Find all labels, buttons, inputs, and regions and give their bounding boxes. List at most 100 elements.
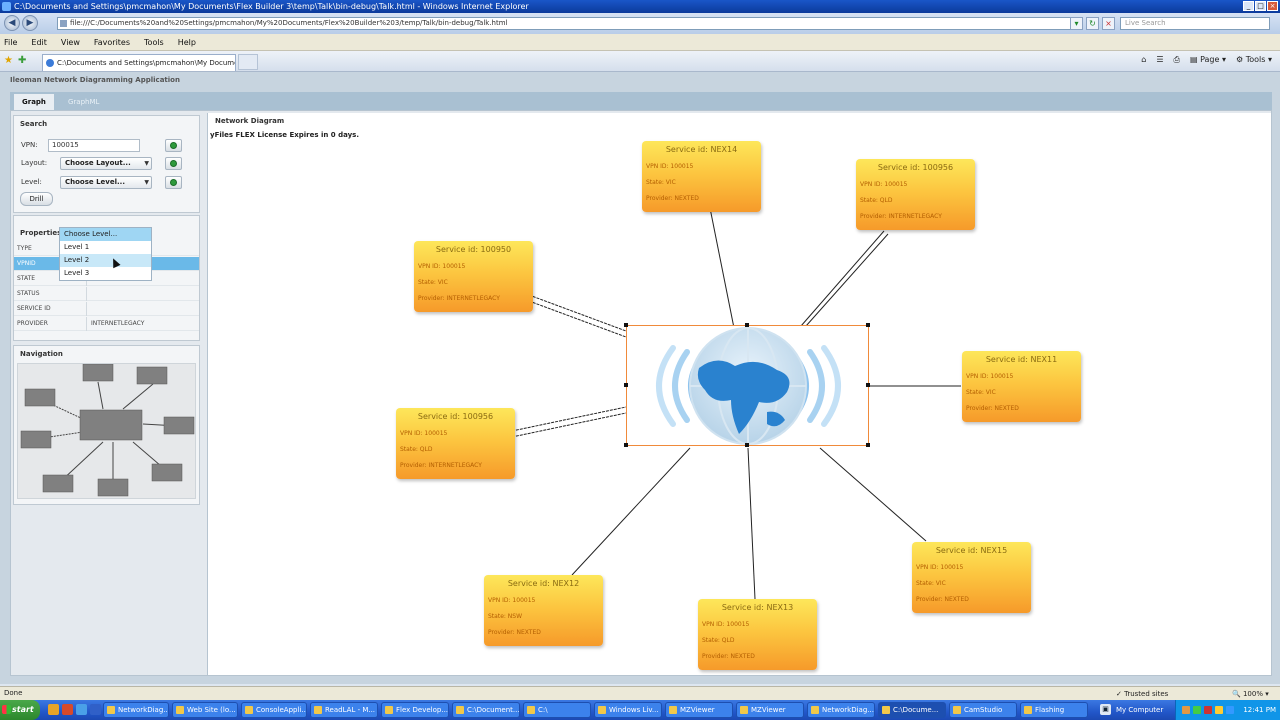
start-button[interactable]: start bbox=[0, 700, 40, 720]
menu-tools[interactable]: Tools bbox=[144, 38, 164, 47]
maximize-button[interactable]: □ bbox=[1255, 1, 1266, 11]
level-select[interactable]: Choose Level... ▼ bbox=[60, 176, 152, 189]
network-diagram-area[interactable]: Network Diagram yFiles FLEX License Expi… bbox=[207, 113, 1271, 675]
new-tab-button[interactable] bbox=[238, 54, 258, 70]
taskbar-item-label: C:\Docume... bbox=[893, 706, 939, 714]
app-icon bbox=[107, 706, 115, 714]
taskbar: start NetworkDiag... Web Site (lo... Con… bbox=[0, 700, 1280, 720]
taskbar-item[interactable]: Flashing bbox=[1020, 702, 1088, 718]
quicklaunch-icon[interactable] bbox=[76, 704, 87, 715]
taskbar-item-label: NetworkDiag... bbox=[822, 706, 874, 714]
tab-graph[interactable]: Graph bbox=[14, 94, 54, 110]
menu-file[interactable]: File bbox=[4, 38, 17, 47]
tools-menu[interactable]: ⚙ Tools ▾ bbox=[1236, 55, 1272, 65]
resize-handle[interactable] bbox=[624, 443, 628, 447]
tab-graphml[interactable]: GraphML bbox=[60, 94, 107, 110]
taskbar-item[interactable]: ConsoleAppli... bbox=[241, 702, 307, 718]
level-go-button[interactable] bbox=[165, 176, 182, 189]
resize-handle[interactable] bbox=[866, 443, 870, 447]
taskbar-item[interactable]: MZViewer bbox=[665, 702, 733, 718]
service-node[interactable]: Service id: NEX12 VPN ID: 100015 State: … bbox=[484, 575, 603, 646]
refresh-icon[interactable]: ↻ bbox=[1086, 17, 1099, 30]
resize-handle[interactable] bbox=[624, 383, 628, 387]
vpn-input[interactable]: 100015 bbox=[48, 139, 140, 152]
resize-handle[interactable] bbox=[745, 443, 749, 447]
tray-icon[interactable] bbox=[1226, 706, 1234, 714]
resize-handle[interactable] bbox=[866, 383, 870, 387]
my-computer-icon[interactable]: ▣ bbox=[1100, 704, 1111, 715]
browser-tab[interactable]: C:\Documents and Settings\pmcmahon\My Do… bbox=[42, 54, 236, 71]
menu-help[interactable]: Help bbox=[178, 38, 196, 47]
taskbar-item[interactable]: C:\Document... bbox=[452, 702, 520, 718]
resize-handle[interactable] bbox=[624, 323, 628, 327]
my-computer-label[interactable]: My Computer bbox=[1116, 700, 1163, 720]
layout-select[interactable]: Choose Layout... ▼ bbox=[60, 157, 152, 170]
url-dropdown-icon[interactable]: ▾ bbox=[1070, 17, 1083, 30]
url-input[interactable]: file:///C:/Documents%20and%20Settings/pm… bbox=[57, 17, 1081, 30]
level-option[interactable]: Level 1 bbox=[60, 241, 151, 254]
level-option[interactable]: Choose Level... bbox=[60, 228, 151, 241]
service-node[interactable]: Service id: NEX13 VPN ID: 100015 State: … bbox=[698, 599, 817, 670]
menu-edit[interactable]: Edit bbox=[31, 38, 47, 47]
taskbar-item[interactable]: NetworkDiag... bbox=[103, 702, 169, 718]
tray-icon[interactable] bbox=[1215, 706, 1223, 714]
start-label: start bbox=[12, 705, 34, 714]
minimap-node bbox=[82, 364, 114, 382]
node-vpn: VPN ID: 100015 bbox=[860, 181, 908, 188]
add-favorite-icon[interactable]: ✚ bbox=[18, 55, 26, 66]
service-node[interactable]: Service id: NEX15 VPN ID: 100015 State: … bbox=[912, 542, 1031, 613]
stop-icon[interactable]: × bbox=[1102, 17, 1115, 30]
forward-icon[interactable]: ▶ bbox=[22, 15, 38, 31]
feeds-icon[interactable]: ☰ bbox=[1156, 55, 1163, 65]
level-option[interactable]: Level 2 bbox=[60, 254, 151, 267]
node-title: Service id: NEX13 bbox=[721, 603, 794, 612]
flex-application: Ileoman Network Diagramming Application … bbox=[0, 72, 1280, 684]
property-row[interactable]: PROVIDER INTERNETLEGACY bbox=[14, 317, 199, 331]
vpn-go-button[interactable] bbox=[165, 139, 182, 152]
taskbar-item[interactable]: Web Site (lo... bbox=[172, 702, 238, 718]
level-option[interactable]: Level 3 bbox=[60, 267, 151, 280]
quicklaunch-icon[interactable] bbox=[62, 704, 73, 715]
service-node[interactable]: Service id: NEX11 VPN ID: 100015 State: … bbox=[962, 351, 1081, 422]
tray-icon[interactable] bbox=[1182, 706, 1190, 714]
quicklaunch-icon[interactable] bbox=[48, 704, 59, 715]
taskbar-item[interactable]: C:\ bbox=[523, 702, 591, 718]
selected-hub-node[interactable] bbox=[624, 323, 870, 447]
resize-handle[interactable] bbox=[745, 323, 749, 327]
taskbar-item[interactable]: NetworkDiag... bbox=[807, 702, 875, 718]
service-node[interactable]: Service id: 100956 VPN ID: 100015 State:… bbox=[856, 159, 975, 230]
navigation-overview[interactable] bbox=[17, 363, 196, 499]
drill-button[interactable]: Drill bbox=[20, 192, 53, 206]
chevron-down-icon: ▼ bbox=[144, 179, 149, 186]
layout-go-button[interactable] bbox=[165, 157, 182, 170]
service-node[interactable]: Service id: 100956 VPN ID: 100015 State:… bbox=[396, 408, 515, 479]
service-node[interactable]: Service id: NEX14 VPN ID: 100015 State: … bbox=[642, 141, 761, 212]
tray-icon[interactable] bbox=[1204, 706, 1212, 714]
service-node[interactable]: Service id: 100950 VPN ID: 100015 State:… bbox=[414, 241, 533, 312]
property-row[interactable]: STATUS bbox=[14, 287, 199, 301]
resize-handle[interactable] bbox=[866, 323, 870, 327]
print-icon[interactable]: ⎙ bbox=[1174, 55, 1180, 65]
property-row[interactable]: SERVICE ID bbox=[14, 302, 199, 316]
taskbar-item[interactable]: ReadLAL - M... bbox=[310, 702, 378, 718]
back-icon[interactable]: ◀ bbox=[4, 15, 20, 31]
taskbar-item[interactable]: Windows Liv... bbox=[594, 702, 662, 718]
menu-favorites[interactable]: Favorites bbox=[94, 38, 130, 47]
taskbar-item[interactable]: CamStudio bbox=[949, 702, 1017, 718]
quicklaunch-icon[interactable] bbox=[90, 704, 101, 715]
tray-icon[interactable] bbox=[1193, 706, 1201, 714]
home-icon[interactable]: ⌂ bbox=[1141, 55, 1146, 65]
close-button[interactable]: × bbox=[1267, 1, 1278, 11]
taskbar-item-active[interactable]: C:\Docume... bbox=[878, 702, 946, 718]
taskbar-item[interactable]: Flex Develop... bbox=[381, 702, 449, 718]
taskbar-item-label: Flashing bbox=[1035, 706, 1065, 714]
app-icon bbox=[811, 706, 819, 714]
menu-view[interactable]: View bbox=[61, 38, 80, 47]
minimize-button[interactable]: _ bbox=[1243, 1, 1254, 11]
clock[interactable]: 12:41 PM bbox=[1243, 700, 1276, 720]
taskbar-item-label: NetworkDiag... bbox=[118, 706, 169, 714]
taskbar-item[interactable]: MZViewer bbox=[736, 702, 804, 718]
page-menu[interactable]: ▤ Page ▾ bbox=[1190, 55, 1226, 65]
live-search-input[interactable]: Live Search bbox=[1120, 17, 1270, 30]
favorites-star-icon[interactable]: ★ bbox=[4, 55, 13, 66]
